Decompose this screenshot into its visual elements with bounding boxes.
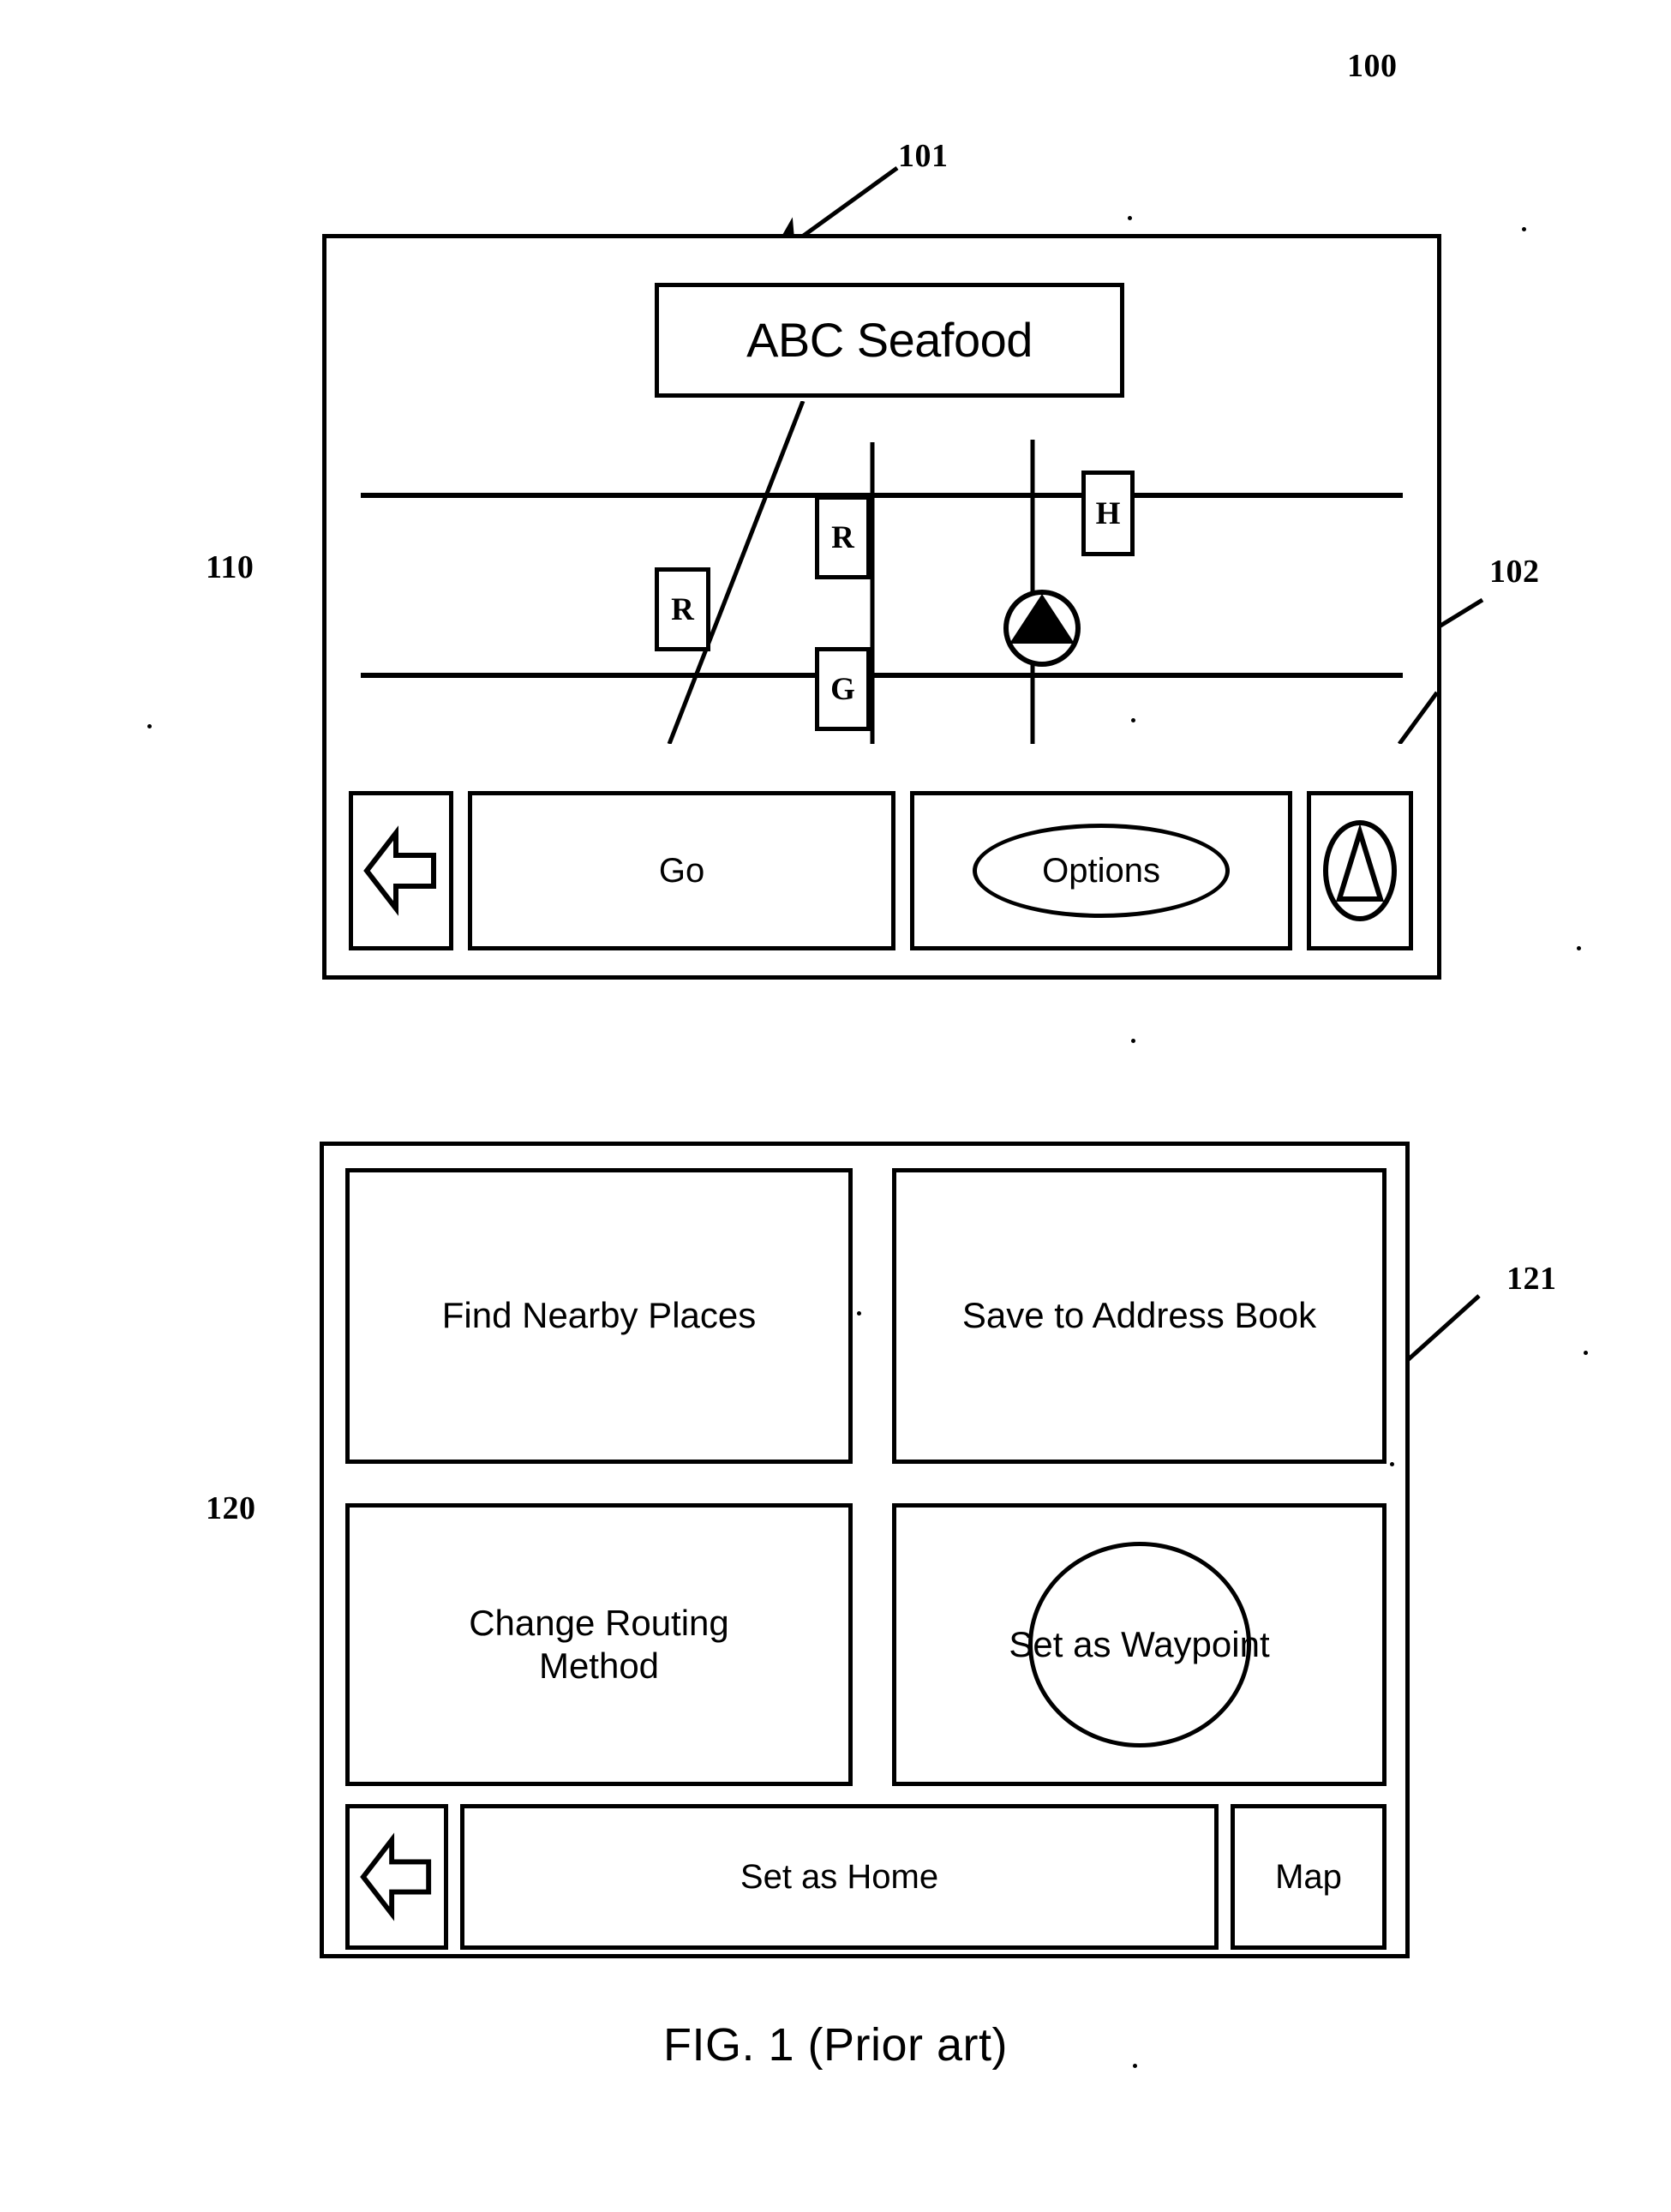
ref-numeral-121: 121 (1506, 1261, 1557, 1297)
map-marker-restaurant-left[interactable]: R (655, 567, 710, 651)
scan-speck (1128, 216, 1132, 220)
map-marker-gas[interactable]: G (815, 647, 871, 731)
navigation-map-screen: ABC Seafood R R G H Go Options (322, 234, 1441, 980)
destination-name-label: ABC Seafood (746, 313, 1033, 367)
map-screen-button-bar: Go Options (349, 791, 1414, 950)
scan-speck (1133, 2064, 1137, 2068)
map-marker-label: R (671, 591, 694, 627)
map-roads (361, 401, 1437, 744)
compass-button[interactable] (1307, 791, 1414, 950)
options-screen-button-bar: Set as Home Map (345, 1804, 1387, 1950)
scan-speck (857, 1311, 861, 1316)
vehicle-position-icon (999, 585, 1085, 671)
back-button[interactable] (345, 1804, 448, 1950)
scan-speck (1577, 946, 1581, 950)
figure-caption: FIG. 1 (Prior art) (662, 2019, 1009, 2071)
options-grid: Find Nearby Places Save to Address Book … (345, 1168, 1387, 1790)
scan-speck (1131, 718, 1135, 722)
set-as-waypoint-highlight-ellipse: Set as Waypoint (1009, 1542, 1270, 1747)
scan-speck (1584, 1351, 1588, 1355)
options-highlight-ellipse: Options (973, 824, 1231, 918)
map-marker-label: G (830, 671, 855, 707)
map-canvas[interactable] (326, 401, 1437, 744)
map-marker-label: H (1095, 495, 1121, 531)
back-arrow-icon (363, 825, 436, 916)
scan-speck (1390, 1462, 1394, 1466)
map-marker-restaurant-top[interactable]: R (815, 495, 871, 579)
set-as-waypoint-button[interactable]: Set as Waypoint (892, 1503, 1387, 1786)
change-routing-method-line-2: Method (538, 1646, 660, 1686)
options-menu-screen: Find Nearby Places Save to Address Book … (320, 1142, 1410, 1958)
compass-north-icon (1323, 820, 1398, 921)
go-button[interactable]: Go (468, 791, 896, 950)
map-marker-label: R (831, 519, 854, 555)
set-as-home-button[interactable]: Set as Home (460, 1804, 1219, 1950)
ref-numeral-120: 120 (206, 1490, 256, 1526)
go-button-label: Go (658, 851, 705, 890)
set-as-waypoint-label: Set as Waypoint (1009, 1623, 1270, 1664)
map-button-label: Map (1275, 1857, 1342, 1896)
save-to-address-book-button[interactable]: Save to Address Book (892, 1168, 1387, 1464)
map-button[interactable]: Map (1231, 1804, 1387, 1950)
change-routing-method-line-1: Change Routing (469, 1602, 729, 1643)
options-button[interactable]: Options (910, 791, 1293, 950)
ref-numeral-100: 100 (1347, 48, 1398, 84)
map-marker-hotel[interactable]: H (1081, 471, 1135, 556)
destination-title-bar[interactable]: ABC Seafood (655, 283, 1124, 398)
ref-numeral-101: 101 (898, 138, 949, 174)
ref-numeral-102: 102 (1489, 554, 1540, 590)
save-to-address-book-label: Save to Address Book (961, 1295, 1317, 1336)
change-routing-method-label: Change Routing Method (469, 1602, 729, 1688)
back-arrow-icon (360, 1832, 432, 1921)
find-nearby-places-label: Find Nearby Places (441, 1295, 757, 1336)
find-nearby-places-button[interactable]: Find Nearby Places (345, 1168, 853, 1464)
scan-speck (1522, 227, 1526, 231)
back-button[interactable] (349, 791, 453, 950)
options-button-label: Options (1042, 851, 1161, 890)
change-routing-method-button[interactable]: Change Routing Method (345, 1503, 853, 1786)
set-as-home-label: Set as Home (740, 1857, 939, 1896)
scan-speck (147, 724, 152, 728)
ref-numeral-110: 110 (206, 549, 255, 585)
scan-speck (1131, 1039, 1135, 1043)
